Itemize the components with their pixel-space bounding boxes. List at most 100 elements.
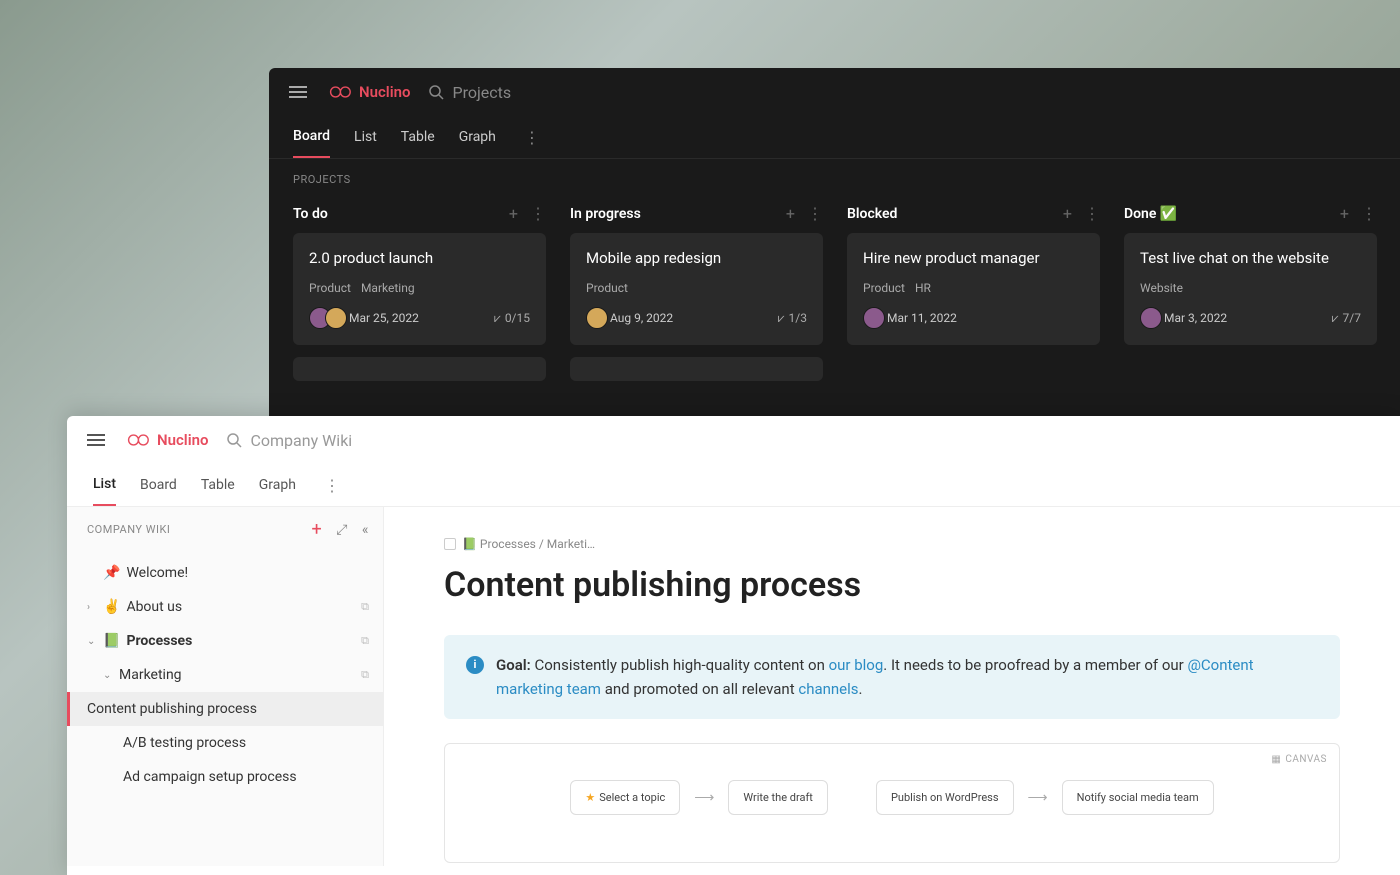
- tree-item-about[interactable]: ›✌️About us ⧉: [67, 590, 383, 624]
- tab-list[interactable]: List: [93, 464, 116, 506]
- tree-item-processes[interactable]: ⌄ 📗 Processes ⧉: [67, 624, 383, 658]
- search-box[interactable]: Projects: [428, 83, 511, 102]
- breadcrumb[interactable]: 📗 Processes / Marketi…: [444, 537, 1340, 551]
- checklist-icon: ⩗: [494, 311, 501, 326]
- peace-icon: ✌️: [103, 599, 120, 615]
- tab-list[interactable]: List: [354, 117, 377, 157]
- card-progress: ⩗1/3: [778, 311, 807, 326]
- board-section-label: PROJECTS: [269, 159, 1400, 194]
- card-tag: Product: [309, 281, 351, 295]
- column-menu-icon[interactable]: ⋮: [807, 204, 823, 223]
- tab-graph[interactable]: Graph: [459, 117, 496, 157]
- brand-name: Nuclino: [359, 83, 410, 101]
- search-box[interactable]: Company Wiki: [226, 431, 352, 450]
- column-done: Done ✅ + ⋮ Test live chat on the website …: [1124, 194, 1377, 381]
- chevron-down-icon[interactable]: ⌄: [87, 636, 97, 647]
- column-blocked: Blocked + ⋮ Hire new product manager Prod…: [847, 194, 1100, 381]
- copy-icon[interactable]: ⧉: [361, 634, 369, 648]
- hamburger-menu-icon[interactable]: [289, 83, 307, 101]
- column-menu-icon[interactable]: ⋮: [1084, 204, 1100, 223]
- tree-item-content-publishing[interactable]: Content publishing process: [67, 692, 383, 726]
- avatar: [863, 307, 885, 329]
- callout-label: Goal:: [496, 656, 531, 674]
- flow-node[interactable]: Write the draft: [728, 780, 828, 815]
- column-title: Blocked: [847, 206, 897, 222]
- card-progress: ⩗7/7: [1332, 311, 1361, 326]
- card-title: Hire new product manager: [863, 249, 1084, 267]
- copy-icon[interactable]: ⧉: [361, 600, 369, 614]
- tab-graph[interactable]: Graph: [259, 465, 296, 505]
- card[interactable]: Mobile app redesign Product Aug 9, 2022 …: [570, 233, 823, 345]
- tree-item-welcome[interactable]: 📌 Welcome!: [67, 556, 383, 590]
- document-title[interactable]: Content publishing process: [444, 565, 1340, 605]
- card-date: Aug 9, 2022: [610, 311, 673, 325]
- arrow-right-icon: ⟶: [694, 790, 714, 806]
- add-page-icon[interactable]: +: [312, 519, 323, 540]
- add-card-icon[interactable]: +: [509, 204, 518, 223]
- channels-link[interactable]: channels: [798, 680, 858, 698]
- brand-logo[interactable]: Nuclino: [123, 430, 208, 450]
- column-title: Done ✅: [1124, 206, 1177, 222]
- tree-label: Welcome!: [126, 565, 188, 581]
- chevron-down-icon[interactable]: ⌄: [103, 670, 113, 681]
- assignee-avatars: [309, 307, 341, 329]
- brain-icon: [123, 430, 151, 450]
- star-icon: ★: [585, 791, 595, 804]
- goal-callout: i Goal: Consistently publish high-qualit…: [444, 635, 1340, 719]
- brand-logo[interactable]: Nuclino: [325, 82, 410, 102]
- tree-label: Processes: [126, 633, 192, 649]
- kanban-board: To do + ⋮ 2.0 product launch ProductMarke…: [269, 194, 1400, 381]
- add-card-icon[interactable]: +: [786, 204, 795, 223]
- more-options-icon[interactable]: ⋮: [320, 476, 344, 495]
- tab-board[interactable]: Board: [140, 465, 177, 505]
- card[interactable]: 2.0 product launch ProductMarketing Mar …: [293, 233, 546, 345]
- card-tag: HR: [915, 281, 931, 295]
- tree-label: A/B testing process: [123, 735, 246, 751]
- pin-icon: 📌: [103, 565, 120, 581]
- search-icon: [428, 84, 444, 100]
- copy-icon[interactable]: ⧉: [361, 668, 369, 682]
- card-title: Mobile app redesign: [586, 249, 807, 267]
- tab-table[interactable]: Table: [401, 117, 435, 157]
- canvas-embed[interactable]: ▦CANVAS ★Select a topic ⟶ Write the draf…: [444, 743, 1340, 863]
- add-card-icon[interactable]: +: [1063, 204, 1072, 223]
- more-options-icon[interactable]: ⋮: [520, 128, 544, 147]
- flow-node[interactable]: Notify social media team: [1062, 780, 1214, 815]
- flow-node[interactable]: Publish on WordPress: [876, 780, 1014, 815]
- avatar: [1140, 307, 1162, 329]
- light-app-window: Nuclino Company Wiki List Board Table Gr…: [67, 416, 1400, 875]
- avatar: [325, 307, 347, 329]
- flow-node[interactable]: ★Select a topic: [570, 780, 680, 815]
- column-menu-icon[interactable]: ⋮: [530, 204, 546, 223]
- tree-item-ab-testing[interactable]: A/B testing process: [67, 726, 383, 760]
- card-tag: Product: [586, 281, 628, 295]
- chevron-right-icon[interactable]: ›: [87, 602, 97, 613]
- collapse-sidebar-icon[interactable]: «: [362, 522, 369, 538]
- tab-table[interactable]: Table: [201, 465, 235, 505]
- column-menu-icon[interactable]: ⋮: [1361, 204, 1377, 223]
- assignee-avatars: [586, 307, 602, 329]
- expand-icon[interactable]: ⤢: [336, 522, 348, 538]
- brain-icon: [325, 82, 353, 102]
- card[interactable]: Test live chat on the website Website Ma…: [1124, 233, 1377, 345]
- card-placeholder: [293, 357, 546, 381]
- page-tree: 📌Welcome! ›✌️About us ⧉ ⌄📗Processes ⧉ ⌄M…: [67, 552, 383, 798]
- card[interactable]: Hire new product manager Product HR Mar 1…: [847, 233, 1100, 345]
- info-icon: i: [466, 656, 484, 674]
- tree-item-marketing[interactable]: ⌄Marketing ⧉: [67, 658, 383, 692]
- checkbox-icon[interactable]: [444, 538, 456, 550]
- card-date: Mar 11, 2022: [887, 311, 957, 325]
- tree-item-ad-campaign[interactable]: Ad campaign setup process: [67, 760, 383, 794]
- book-icon: 📗: [103, 633, 120, 649]
- card-tag: Website: [1140, 281, 1183, 295]
- blog-link[interactable]: our blog: [829, 656, 884, 674]
- card-tag: Product: [863, 281, 905, 295]
- hamburger-menu-icon[interactable]: [87, 431, 105, 449]
- checklist-icon: ⩗: [1332, 311, 1339, 326]
- add-card-icon[interactable]: +: [1340, 204, 1349, 223]
- assignee-avatars: [1140, 307, 1156, 329]
- dark-app-window: Nuclino Projects Board List Table Graph …: [269, 68, 1400, 418]
- column-title: To do: [293, 206, 328, 222]
- grid-icon: ▦: [1271, 754, 1281, 765]
- tab-board[interactable]: Board: [293, 116, 330, 158]
